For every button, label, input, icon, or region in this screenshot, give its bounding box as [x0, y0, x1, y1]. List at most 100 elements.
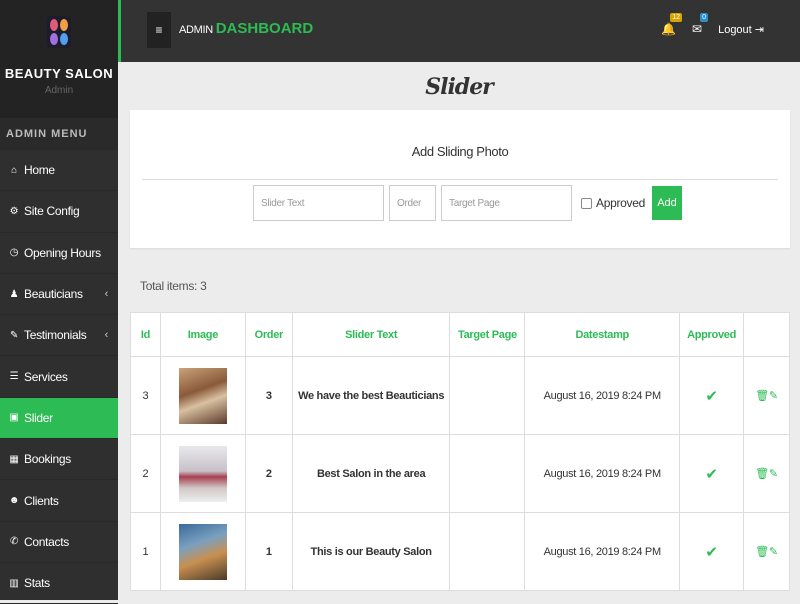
calendar-icon: ▦	[9, 453, 19, 465]
slider-text-input[interactable]: Slider Text	[253, 185, 384, 221]
comment-icon: ✎	[9, 329, 19, 341]
approved-checkbox[interactable]: Approved	[581, 196, 645, 210]
row-order: 2	[265, 467, 272, 480]
table-row: 1 1 This is our Beauty Salon August 16, 201…	[130, 512, 790, 591]
divider	[142, 179, 778, 180]
users-icon: ☻	[8, 495, 20, 507]
notification-badge: 12	[670, 13, 683, 22]
salon-logo-icon	[47, 16, 71, 48]
row-order-cell: 1	[244, 512, 293, 591]
approved-label: Approved	[596, 196, 645, 210]
sidebar-item-site-config[interactable]: ⚙ Site Config	[0, 191, 118, 233]
row-id: 3	[142, 389, 149, 402]
sidebar-item-slider[interactable]: ▣ Slider	[0, 397, 118, 440]
row-slider-text: We have the best Beauticians	[298, 389, 445, 402]
topbar: ≡ ADMIN DASHBOARD 🔔 12 ✉ 0 Logout ⇥	[118, 0, 800, 62]
phone-icon: ✆	[9, 536, 19, 548]
brand-name: BEAUTY SALON	[4, 66, 114, 81]
bell-icon[interactable]: 🔔 12	[661, 13, 683, 36]
chevron-left-icon: ‹	[104, 288, 109, 301]
add-photo-heading: Add Sliding Photo	[411, 144, 509, 159]
row-actions-cell: 🗑✎	[743, 512, 790, 591]
sidebar-item-label: Beauticians	[24, 287, 83, 302]
chevron-left-icon: ‹	[104, 329, 109, 342]
column-header: Slider Text	[291, 312, 451, 357]
row-target-page-cell	[449, 356, 526, 435]
row-datestamp: August 16, 2019 8:24 PM	[543, 389, 662, 402]
add-photo-form: Slider Text Order Target Page Approved A…	[253, 185, 682, 221]
table-row: 3 3 We have the best Beauticians August 16,…	[130, 356, 790, 435]
row-slider-text-cell: This is our Beauty Salon	[291, 512, 451, 591]
order-input[interactable]: Order	[389, 185, 436, 221]
row-order-cell: 3	[244, 356, 293, 435]
row-id: 1	[142, 545, 149, 558]
topbar-actions: 🔔 12 ✉ 0 Logout ⇥	[661, 13, 764, 36]
sidebar-item-label: Testimonials	[24, 328, 87, 343]
image-icon: ▣	[9, 412, 19, 424]
sidebar-menu: ⌂ Home ⚙ Site Config ◷ Opening Hours ♟ Beautici…	[0, 150, 118, 604]
message-badge: 0	[700, 13, 709, 22]
brand-subtitle: Admin	[44, 85, 74, 96]
sidebar-item-label: Opening Hours	[24, 245, 101, 260]
row-actions[interactable]: 🗑✎	[755, 468, 778, 480]
row-id-cell: 1	[130, 512, 161, 591]
title-main: DASHBOARD	[215, 20, 314, 37]
sidebar-item-bookings[interactable]: ▦ Bookings	[0, 439, 118, 481]
slide-thumbnail[interactable]	[178, 445, 227, 502]
row-slider-text-cell: Best Salon in the area	[291, 434, 451, 513]
column-header: Id	[130, 312, 161, 357]
sidebar-item-services[interactable]: ☰ Services	[0, 356, 118, 398]
sidebar-item-stats[interactable]: ▥ Stats	[0, 563, 118, 604]
sidebar-item-label: Site Config	[24, 204, 80, 219]
page-title: Slider	[425, 74, 494, 100]
table-header-row: Id Image Order Slider Text Target Page Datest…	[130, 312, 790, 357]
row-actions[interactable]: 🗑✎	[755, 546, 778, 558]
slide-thumbnail[interactable]	[178, 367, 227, 424]
approved-check-icon-cell: ✔	[679, 434, 745, 513]
row-id-cell: 3	[130, 356, 161, 435]
row-actions-cell: 🗑✎	[743, 356, 790, 435]
total-items: Total items: 3	[140, 279, 207, 293]
sidebar-item-home[interactable]: ⌂ Home	[0, 150, 118, 192]
row-datestamp-cell: August 16, 2019 8:24 PM	[524, 356, 681, 435]
sidebar-item-label: Contacts	[24, 534, 69, 549]
column-header: Image	[159, 312, 246, 357]
dashboard-title: ADMIN DASHBOARD	[179, 20, 313, 37]
menu-toggle-button[interactable]: ≡	[147, 12, 171, 48]
row-target-page-cell	[449, 512, 526, 591]
sidebar-item-label: Stats	[24, 576, 50, 591]
row-id: 2	[142, 467, 149, 480]
envelope-icon[interactable]: ✉ 0	[692, 13, 709, 36]
column-header: Order	[244, 312, 293, 357]
logout-link[interactable]: Logout ⇥	[718, 23, 764, 36]
checkbox-box[interactable]	[581, 197, 592, 209]
sidebar-item-label: Bookings	[24, 452, 71, 467]
row-datestamp-cell: August 16, 2019 8:24 PM	[524, 512, 681, 591]
row-order: 1	[265, 545, 272, 558]
sidebar: BEAUTY SALON Admin ADMIN MENU ⌂ Home ⚙ Site…	[0, 0, 118, 604]
sidebar-item-label: Clients	[24, 493, 59, 508]
sidebar-item-contacts[interactable]: ✆ Contacts	[0, 522, 118, 563]
add-photo-card: Add Sliding Photo Slider Text Order Targ…	[130, 110, 790, 248]
row-slider-text: This is our Beauty Salon	[310, 545, 432, 558]
sidebar-item-label: Services	[24, 369, 68, 384]
row-actions-cell: 🗑✎	[743, 434, 790, 513]
title-prefix: ADMIN	[179, 24, 213, 36]
approved-check-icon-cell: ✔	[679, 512, 745, 591]
image-cell	[159, 434, 246, 513]
sidebar-item-beauticians[interactable]: ♟ Beauticians ‹	[0, 274, 118, 316]
image-cell	[159, 356, 246, 435]
sidebar-item-testimonials[interactable]: ✎ Testimonials ‹	[0, 315, 118, 357]
sidebar-item-clients[interactable]: ☻ Clients	[0, 480, 118, 522]
list-icon: ☰	[9, 371, 19, 383]
slider-table: Id Image Order Slider Text Target Page Datest…	[130, 312, 790, 591]
row-id-cell: 2	[130, 434, 161, 513]
target-page-input[interactable]: Target Page	[441, 185, 572, 221]
row-order: 3	[265, 389, 272, 402]
sidebar-item-opening-hours[interactable]: ◷ Opening Hours	[0, 233, 118, 274]
approved-check-icon: ✔	[705, 465, 718, 483]
slide-thumbnail[interactable]	[178, 523, 227, 580]
row-actions[interactable]: 🗑✎	[755, 390, 778, 402]
row-target-page-cell	[449, 434, 526, 513]
add-button[interactable]: Add	[651, 186, 682, 220]
